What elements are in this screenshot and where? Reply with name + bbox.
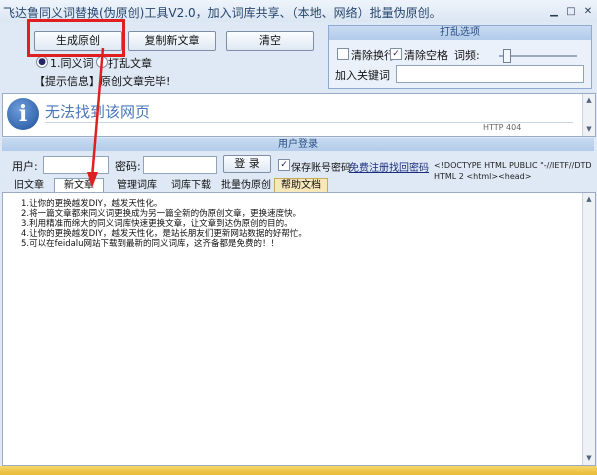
info-icon: i [7, 98, 39, 130]
login-button[interactable]: 登 录 [223, 155, 271, 173]
register-link[interactable]: 免费注册 [349, 159, 389, 174]
minimize-icon[interactable]: ▁ [547, 6, 561, 18]
shuffle-options-title: 打乱选项 [329, 26, 591, 40]
clear-space-label: 清除空格 [404, 49, 448, 62]
status-bar [0, 466, 597, 475]
tab-batch-pseudo-original[interactable]: 批量伪原创 [217, 178, 275, 193]
password-label: 密码: [115, 160, 141, 173]
close-icon[interactable]: ✕ [581, 6, 595, 18]
highlight-box [27, 19, 125, 57]
content-scroll-down-icon[interactable]: ▼ [584, 453, 594, 463]
tab-new-article[interactable]: 新文章 [54, 178, 104, 193]
content-scrollbar[interactable]: ▲ ▼ [582, 193, 595, 465]
tab-old-article[interactable]: 旧文章 [6, 178, 52, 193]
save-password-label: 保存账号密码 [291, 163, 351, 174]
keyword-input[interactable] [396, 65, 584, 83]
frequency-slider-thumb[interactable] [503, 49, 511, 63]
frequency-label: 词频: [454, 49, 480, 62]
content-scroll-up-icon[interactable]: ▲ [584, 194, 594, 204]
shuffle-radio-label: 打乱文章 [108, 57, 152, 70]
user-label: 用户: [12, 160, 38, 173]
html-snippet: <!DOCTYPE HTML PUBLIC "-//IETF//DTD HTML… [434, 161, 592, 180]
maximize-icon[interactable]: □ [564, 6, 578, 18]
copy-article-button[interactable]: 复制新文章 [128, 31, 216, 51]
browser-pane: i 无法找到该网页 HTTP 404 ▲ ▼ [2, 93, 596, 137]
shuffle-radio[interactable] [96, 56, 108, 68]
clear-space-checkbox[interactable]: ✓ [390, 48, 402, 60]
article-textarea[interactable]: 1.让你的更换越发DIY，越发天性化。 2.将一篇文章都来同义词更换成为另一篇全… [2, 192, 596, 466]
clear-newline-checkbox[interactable] [337, 48, 349, 60]
synonym-radio[interactable]: ● [36, 56, 48, 68]
clear-button[interactable]: 清空 [226, 31, 314, 51]
tab-bar: 旧文章 新文章 管理词库 词库下载 批量伪原创 帮助文档 [2, 178, 594, 193]
tab-thesaurus-download[interactable]: 词库下载 [165, 178, 217, 193]
keyword-label: 加入关键词 [335, 69, 390, 82]
app-window: 飞达鲁同义词替换(伪原创)工具V2.0，加入词库共享、（本地、网络）批量伪原创。… [0, 0, 597, 475]
shuffle-options-group: 打乱选项 清除换行 ✓ 清除空格 词频: 加入关键词 [328, 25, 592, 89]
browser-scrollbar[interactable]: ▲ ▼ [582, 94, 595, 136]
browser-message: 无法找到该网页 [45, 103, 151, 121]
tip-text: 【提示信息】原创文章完毕! [34, 75, 171, 88]
scroll-up-icon[interactable]: ▲ [584, 95, 594, 105]
password-input[interactable] [143, 156, 217, 174]
login-title: 用户登录 [2, 138, 594, 151]
tab-help-docs[interactable]: 帮助文档 [274, 178, 328, 193]
clear-newline-label: 清除换行 [351, 49, 395, 62]
content-line: 5.可以在feidalu网站下载到最新的同义词库，这齐备都是免费的！！ [21, 239, 280, 249]
tab-manage-thesaurus[interactable]: 管理词库 [108, 178, 166, 193]
user-input[interactable] [43, 156, 109, 174]
http-status-code: HTTP 404 [483, 123, 522, 132]
synonym-radio-label: 1.同义词 [50, 57, 94, 70]
save-password-checkbox[interactable]: ✓ [278, 159, 290, 171]
scroll-down-icon[interactable]: ▼ [584, 124, 594, 134]
forgot-password-link[interactable]: 找回密码 [389, 159, 429, 174]
